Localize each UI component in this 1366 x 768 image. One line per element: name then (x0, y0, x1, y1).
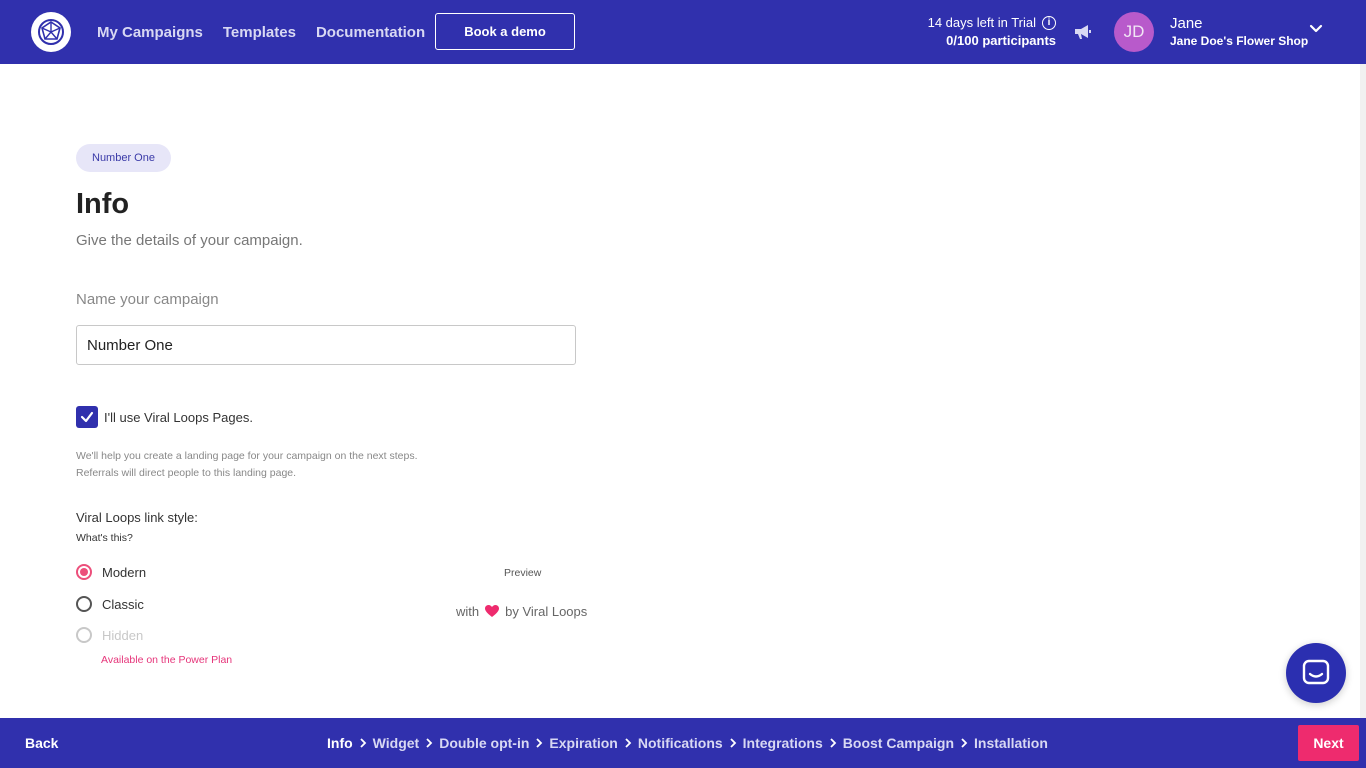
chevron-right-icon (536, 738, 543, 748)
link-style-label: Viral Loops link style: (76, 510, 198, 525)
preview-with-text: with (456, 604, 480, 619)
participants-count: 0/100 participants (946, 33, 1056, 48)
radio-hidden-label: Hidden (102, 627, 144, 643)
campaign-name-label: Name your campaign (76, 291, 219, 308)
radio-modern-label[interactable]: Modern (102, 565, 146, 580)
page-subtitle: Give the details of your campaign. (76, 232, 303, 249)
step-notifications[interactable]: Notifications (638, 735, 723, 751)
helper-line-1: We'll help you create a landing page for… (76, 450, 418, 462)
helper-line-2: Referrals will direct people to this lan… (76, 467, 297, 479)
step-breadcrumb: Info Widget Double opt-in Expiration Not… (327, 735, 1048, 751)
preview-by-text: by Viral Loops (505, 604, 588, 619)
trial-status: 14 days left in Trial i 0/100 participan… (928, 15, 1056, 48)
avatar[interactable]: JD (1114, 12, 1154, 52)
step-info[interactable]: Info (327, 735, 353, 751)
chevron-right-icon (360, 738, 366, 748)
user-name: Jane (1170, 15, 1203, 32)
top-header: My Campaigns Templates Documentation Boo… (0, 0, 1366, 64)
whats-this-link[interactable]: What's this? (76, 532, 133, 544)
step-double-opt-in[interactable]: Double opt-in (439, 735, 529, 751)
chevron-right-icon (961, 738, 968, 748)
chevron-right-icon (830, 738, 837, 748)
page-scrollbar[interactable] (1360, 64, 1366, 718)
nav-templates[interactable]: Templates (223, 24, 296, 41)
back-button[interactable]: Back (25, 735, 58, 751)
radio-classic-label[interactable]: Classic (102, 597, 144, 612)
radio-modern[interactable] (76, 564, 92, 580)
preview-label: Preview (504, 567, 542, 579)
user-info[interactable]: Jane Jane Doe's Flower Shop (1170, 15, 1308, 48)
step-installation[interactable]: Installation (974, 735, 1048, 751)
landing-page-helper-text: We'll help you create a landing page for… (76, 448, 418, 482)
book-demo-button[interactable]: Book a demo (435, 13, 575, 50)
heart-icon (485, 605, 500, 617)
viral-loops-pages-label[interactable]: I'll use Viral Loops Pages. (104, 410, 253, 425)
chat-icon (1302, 659, 1330, 685)
trial-days-text: 14 days left in Trial (927, 15, 1036, 30)
checkmark-icon (80, 411, 94, 423)
chevron-right-icon (426, 738, 433, 748)
radio-classic[interactable] (76, 596, 92, 612)
info-icon[interactable]: i (1042, 15, 1056, 30)
campaign-name-input[interactable] (76, 325, 576, 365)
step-boost-campaign[interactable]: Boost Campaign (843, 735, 954, 751)
user-shop-name: Jane Doe's Flower Shop (1170, 34, 1309, 48)
page-title: Info (76, 188, 130, 220)
viral-loops-pages-checkbox[interactable] (76, 406, 98, 428)
nav-documentation[interactable]: Documentation (316, 24, 425, 41)
step-expiration[interactable]: Expiration (549, 735, 617, 751)
nav-my-campaigns[interactable]: My Campaigns (97, 24, 203, 41)
link-style-preview: with by Viral Loops (456, 604, 587, 619)
chevron-right-icon (730, 738, 736, 748)
radio-option-modern[interactable]: Modern (76, 564, 146, 580)
step-widget[interactable]: Widget (373, 735, 420, 751)
radio-option-hidden: Hidden (76, 627, 143, 643)
footer-bar: Back Info Widget Double opt-in Expiratio… (0, 718, 1366, 768)
power-plan-note: Available on the Power Plan (101, 654, 233, 666)
main-nav: My Campaigns Templates Documentation (97, 0, 425, 64)
chevron-down-icon[interactable] (1309, 22, 1323, 36)
radio-hidden (76, 627, 92, 643)
viral-loops-logo-icon[interactable] (31, 12, 71, 52)
megaphone-icon[interactable] (1073, 22, 1093, 42)
step-integrations[interactable]: Integrations (743, 735, 823, 751)
chevron-right-icon (625, 738, 632, 748)
radio-option-classic[interactable]: Classic (76, 596, 144, 612)
next-button[interactable]: Next (1298, 725, 1359, 761)
chat-support-button[interactable] (1286, 643, 1346, 703)
main-content: Number One Info Give the details of your… (0, 64, 1366, 718)
campaign-name-tag: Number One (76, 144, 171, 172)
